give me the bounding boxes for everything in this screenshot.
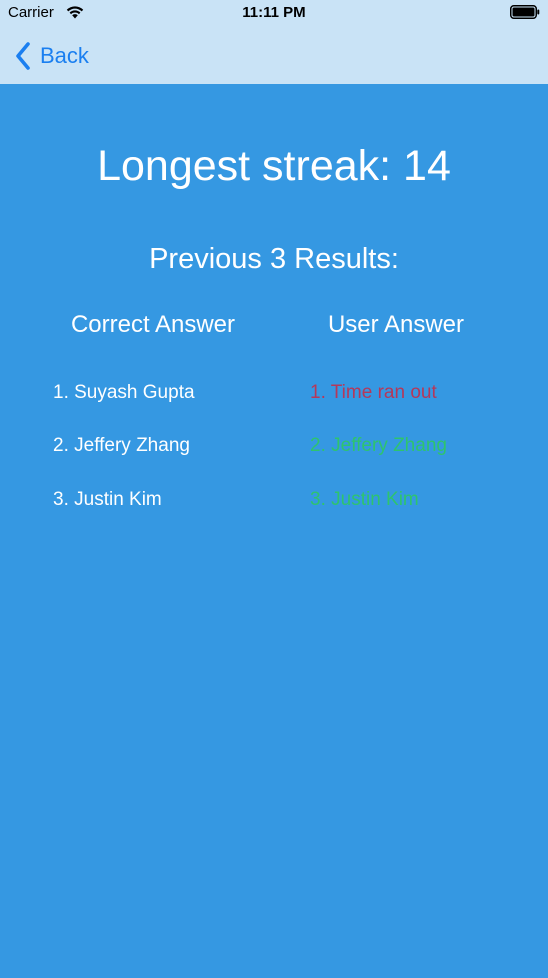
results-screen: Longest streak: 14 Previous 3 Results: C…: [0, 84, 548, 978]
correct-answer-item: 1. Suyash Gupta: [53, 382, 195, 403]
user-answer-item: 3. Justin Kim: [310, 489, 419, 510]
clock-time: 11:11 PM: [242, 4, 306, 21]
user-answer-item: 2. Jeffery Zhang: [310, 435, 447, 456]
previous-results-heading: Previous 3 Results:: [149, 243, 399, 275]
chevron-left-icon: [16, 42, 30, 70]
battery-icon: [510, 5, 540, 19]
correct-answer-header: Correct Answer: [70, 311, 236, 338]
top-bar: Carrier 11:11 PM Back: [0, 0, 548, 84]
back-button[interactable]: Back: [14, 40, 89, 72]
correct-answer-item: 2. Jeffery Zhang: [53, 435, 190, 456]
status-bar: Carrier 11:11 PM: [0, 0, 548, 28]
user-answer-item: 1. Time ran out: [310, 382, 437, 403]
longest-streak-title: Longest streak: 14: [97, 142, 451, 190]
navigation-bar: Back: [0, 28, 548, 84]
user-answer-header: User Answer: [327, 311, 465, 338]
back-label: Back: [40, 43, 89, 68]
correct-answer-item: 3. Justin Kim: [53, 489, 162, 510]
